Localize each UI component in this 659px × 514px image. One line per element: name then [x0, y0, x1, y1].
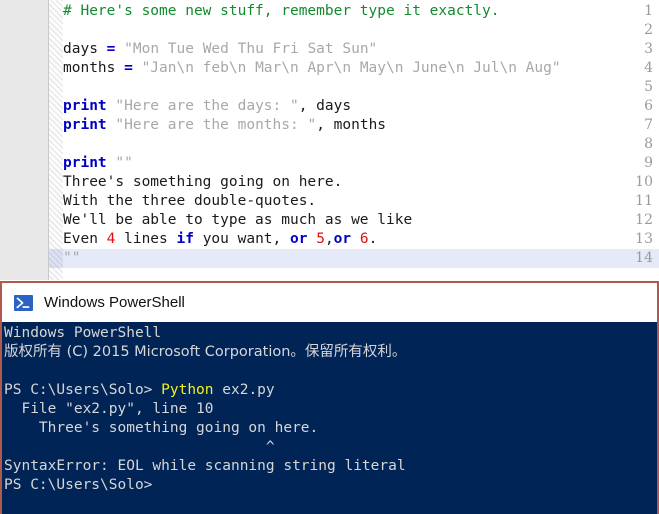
code-token: lines — [115, 231, 177, 247]
console-line: 版权所有 (C) 2015 Microsoft Corporation。保留所有… — [4, 343, 406, 362]
code-token: "Jan\n feb\n Mar\n Apr\n May\n June\n Ju… — [141, 60, 561, 76]
screen-root: 1 2 3 4 5 6 7 8 9 10 11 12 13 14 # Here's some new st… — [0, 0, 659, 514]
code-line[interactable]: Three's something going on here. — [63, 173, 342, 192]
code-token: or — [333, 231, 352, 247]
powershell-title-bar[interactable]: Windows PowerShell — [2, 283, 657, 323]
code-token: We'll be able to type as much as we like — [63, 212, 413, 228]
console-line: SyntaxError: EOL while scanning string l… — [4, 457, 406, 476]
code-token: "Mon Tue Wed Thu Fri Sat Sun" — [124, 41, 378, 57]
console-highlight-token: Python — [161, 382, 214, 398]
console-line: PS C:\Users\Solo> — [4, 476, 152, 495]
console-line: File "ex2.py", line 10 — [4, 400, 214, 419]
code-line[interactable]: print "Here are the months: ", months — [63, 116, 386, 135]
code-token: "" — [115, 155, 133, 171]
console-token: 版权所有 (C) 2015 Microsoft Corporation。保留所有… — [4, 344, 407, 360]
code-token: print — [63, 117, 107, 133]
code-token: if — [176, 231, 194, 247]
code-line[interactable]: days = "Mon Tue Wed Thu Fri Sat Sun" — [63, 40, 377, 59]
code-token: , — [324, 231, 334, 247]
console-token: Windows PowerShell — [4, 325, 162, 341]
console-token: Three's something going on here. — [4, 420, 319, 436]
code-token: = — [124, 60, 133, 76]
console-token: PS C:\Users\Solo> — [4, 382, 162, 398]
console-token: ex2.py — [213, 382, 275, 398]
code-token: print — [63, 98, 107, 114]
powershell-output[interactable]: Windows PowerShell 版权所有 (C) 2015 Microsof… — [2, 322, 657, 514]
code-token: "Here are the days: " — [115, 98, 299, 114]
code-line[interactable]: "" — [63, 249, 80, 268]
code-line[interactable]: We'll be able to type as much as we like — [63, 211, 412, 230]
console-token: PS C:\Users\Solo> — [4, 477, 153, 493]
current-line-fold-marker — [49, 249, 63, 268]
code-text-area[interactable]: # Here's some new stuff, remember type i… — [63, 0, 659, 280]
code-token: days — [63, 41, 107, 57]
code-line[interactable]: With the three double-quotes. — [63, 192, 316, 211]
code-token: With the three double-quotes. — [63, 193, 317, 209]
code-token: , months — [316, 117, 387, 133]
code-token: Three's something going on here. — [63, 174, 343, 190]
code-token: 6 — [359, 231, 369, 247]
powershell-title-label: Windows PowerShell — [44, 294, 185, 311]
code-line[interactable]: print "Here are the days: ", days — [63, 97, 351, 116]
code-line[interactable]: months = "Jan\n feb\n Mar\n Apr\n May\n … — [63, 59, 561, 78]
console-token: ^ — [4, 439, 275, 455]
code-token: print — [63, 155, 107, 171]
powershell-prompt-icon — [14, 294, 33, 311]
editor-gutter — [0, 0, 49, 280]
code-line[interactable]: Even 4 lines if you want, or 5,or 6. — [63, 230, 377, 249]
code-token: "" — [63, 250, 81, 266]
code-token: Even — [63, 231, 107, 247]
code-token: , days — [298, 98, 352, 114]
code-line[interactable]: print "" — [63, 154, 133, 173]
code-token: 5 — [316, 231, 325, 247]
console-line: PS C:\Users\Solo> Python ex2.py — [4, 381, 275, 400]
powershell-window[interactable]: Windows PowerShell Windows PowerShell 版权所… — [0, 281, 659, 514]
code-token: or — [290, 231, 308, 247]
console-token: File "ex2.py", line 10 — [4, 401, 214, 417]
code-token: "Here are the months: " — [115, 117, 317, 133]
code-token: # Here's some new stuff, remember type i… — [63, 3, 500, 19]
console-line: ^ — [4, 438, 275, 457]
code-token: . — [368, 231, 378, 247]
console-line: Windows PowerShell — [4, 324, 161, 343]
code-editor[interactable]: 1 2 3 4 5 6 7 8 9 10 11 12 13 14 # Here's some new st… — [0, 0, 659, 280]
code-line[interactable]: # Here's some new stuff, remember type i… — [63, 2, 500, 21]
console-token: SyntaxError: EOL while scanning string l… — [4, 458, 406, 474]
editor-fold-strip — [49, 0, 63, 280]
console-line: Three's something going on here. — [4, 419, 318, 438]
code-token: you want, — [193, 231, 290, 247]
code-token: months — [63, 60, 125, 76]
